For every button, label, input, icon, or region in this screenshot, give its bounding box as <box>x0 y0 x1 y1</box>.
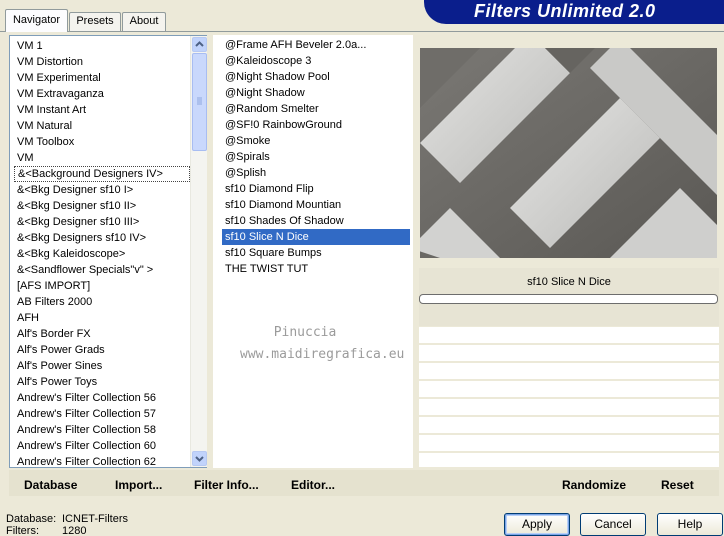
parameter-slot[interactable] <box>419 345 719 362</box>
tab-presets[interactable]: Presets <box>69 12 121 31</box>
progress-bar <box>419 294 718 304</box>
database-value: ICNET-Filters <box>62 513 128 525</box>
category-list-item[interactable]: Andrew's Filter Collection 57 <box>14 406 190 422</box>
parameter-slot[interactable] <box>419 435 719 452</box>
selected-filter-name: sf10 Slice N Dice <box>527 276 611 288</box>
filter-list[interactable]: @Frame AFH Beveler 2.0a... @Kaleidoscope … <box>222 37 410 465</box>
category-list-item[interactable]: Alf's Power Grads <box>14 342 190 358</box>
filter-list-item[interactable]: @Night Shadow <box>222 85 410 101</box>
category-scrollbar[interactable] <box>190 36 207 467</box>
category-list-item[interactable]: VM <box>14 150 190 166</box>
parameter-slot[interactable] <box>419 381 719 398</box>
scroll-down-button[interactable] <box>192 451 207 466</box>
chevron-up-icon <box>195 41 204 47</box>
category-list-item[interactable]: &<Bkg Kaleidoscope> <box>14 246 190 262</box>
parameter-slot[interactable] <box>419 417 719 434</box>
filter-list-item[interactable]: sf10 Square Bumps <box>222 245 410 261</box>
reset-button[interactable]: Reset <box>661 477 694 493</box>
filter-list-item[interactable]: THE TWIST TUT <box>222 261 410 277</box>
category-list-panel: VM 1 VM Distortion VM Experimental VM Extra… <box>9 35 207 468</box>
chevron-down-icon <box>195 456 204 462</box>
category-list-item[interactable]: VM Experimental <box>14 70 190 86</box>
category-list-item[interactable]: &<Background Designers IV> <box>14 166 190 182</box>
reset-button-label: Reset <box>661 478 694 492</box>
database-button[interactable]: Database <box>24 477 77 493</box>
filter-list-item[interactable]: @Night Shadow Pool <box>222 69 410 85</box>
database-button-label: Database <box>24 478 78 492</box>
filter-list-item[interactable]: @Kaleidoscope 3 <box>222 53 410 69</box>
filter-list-item[interactable]: sf10 Diamond Mountian <box>222 197 410 213</box>
category-list-item[interactable]: Alf's Power Toys <box>14 374 190 390</box>
category-list-item[interactable]: VM Instant Art <box>14 102 190 118</box>
category-list-item[interactable]: Alf's Border FX <box>14 326 190 342</box>
cancel-button-label: Cancel <box>594 517 632 531</box>
filter-list-item[interactable]: @Splish <box>222 165 410 181</box>
filter-list-item[interactable]: @Frame AFH Beveler 2.0a... <box>222 37 410 53</box>
help-button[interactable]: Help <box>657 513 723 536</box>
filter-list-item[interactable]: @SF!0 RainbowGround <box>222 117 410 133</box>
apply-button[interactable]: Apply <box>504 513 570 536</box>
randomize-button-label: Randomize <box>562 478 627 492</box>
category-list-item[interactable]: Andrew's Filter Collection 62 <box>14 454 190 466</box>
filters-count: 1280 <box>62 525 87 536</box>
watermark: Pinuccia www.maidiregrafica.eu <box>240 322 405 366</box>
app-title: Filters Unlimited 2.0 <box>474 1 656 21</box>
category-list-item[interactable]: &<Bkg Designer sf10 II> <box>14 198 190 214</box>
filter-list-item[interactable]: sf10 Slice N Dice <box>222 229 410 245</box>
category-list-item[interactable]: Alf's Power Sines <box>14 358 190 374</box>
editor-button[interactable]: Editor... <box>291 477 335 493</box>
category-list-item[interactable]: VM Extravaganza <box>14 86 190 102</box>
import-button[interactable]: Import... <box>115 477 162 493</box>
tab-about-label: About <box>129 15 159 27</box>
parameter-slot[interactable] <box>419 453 719 468</box>
filter-list-panel: @Frame AFH Beveler 2.0a... @Kaleidoscope … <box>213 35 413 468</box>
category-list-item[interactable]: VM 1 <box>14 38 190 54</box>
apply-button-label: Apply <box>521 517 553 531</box>
parameter-slot[interactable] <box>419 399 719 416</box>
scroll-thumb[interactable] <box>192 53 207 151</box>
category-list-item[interactable]: &<Bkg Designer sf10 I> <box>14 182 190 198</box>
category-list-item[interactable]: AFH <box>14 310 190 326</box>
cancel-button[interactable]: Cancel <box>580 513 646 536</box>
import-button-label: Import... <box>115 478 163 492</box>
category-list-item[interactable]: Andrew's Filter Collection 60 <box>14 438 190 454</box>
category-list-item[interactable]: VM Toolbox <box>14 134 190 150</box>
category-list-item[interactable]: Andrew's Filter Collection 58 <box>14 422 190 438</box>
category-list-item[interactable]: VM Natural <box>14 118 190 134</box>
title-banner: Filters Unlimited 2.0 <box>424 0 724 24</box>
tab-navigator-label: Navigator <box>12 14 61 26</box>
category-list-item[interactable]: &<Sandflower Specials"v" > <box>14 262 190 278</box>
filter-info-button[interactable]: Filter Info... <box>194 477 259 493</box>
filter-info-button-label: Filter Info... <box>194 478 259 492</box>
category-list-item[interactable]: AB Filters 2000 <box>14 294 190 310</box>
help-button-label: Help <box>677 517 703 531</box>
category-list[interactable]: VM 1 VM Distortion VM Experimental VM Extra… <box>14 38 190 466</box>
tab-about[interactable]: About <box>122 12 166 31</box>
watermark-line1: Pinuccia <box>273 325 337 340</box>
scroll-up-button[interactable] <box>192 37 207 52</box>
tab-navigator[interactable]: Navigator <box>5 9 68 32</box>
filter-list-item[interactable]: @Smoke <box>222 133 410 149</box>
filter-list-item[interactable]: @Random Smelter <box>222 101 410 117</box>
filter-list-item[interactable]: sf10 Shades Of Shadow <box>222 213 410 229</box>
preview-image <box>420 48 717 258</box>
category-list-item[interactable]: Andrew's Filter Collection 56 <box>14 390 190 406</box>
parameter-slot[interactable] <box>419 327 719 344</box>
parameter-slot[interactable] <box>419 363 719 380</box>
tab-baseline <box>0 31 724 32</box>
filter-list-item[interactable]: sf10 Diamond Flip <box>222 181 410 197</box>
randomize-button[interactable]: Randomize <box>562 477 626 493</box>
filter-list-item[interactable]: @Spirals <box>222 149 410 165</box>
tab-presets-label: Presets <box>76 15 114 27</box>
preview-pattern <box>420 48 717 258</box>
grip-icon <box>197 97 202 105</box>
database-label: Database: <box>6 513 57 525</box>
category-list-item[interactable]: &<Bkg Designer sf10 III> <box>14 214 190 230</box>
category-list-item[interactable]: &<Bkg Designers sf10 IV> <box>14 230 190 246</box>
filters-label: Filters: <box>6 525 39 536</box>
category-list-item[interactable]: VM Distortion <box>14 54 190 70</box>
watermark-line2: www.maidiregrafica.eu <box>240 347 405 362</box>
category-list-item[interactable]: [AFS IMPORT] <box>14 278 190 294</box>
editor-button-label: Editor... <box>291 478 336 492</box>
